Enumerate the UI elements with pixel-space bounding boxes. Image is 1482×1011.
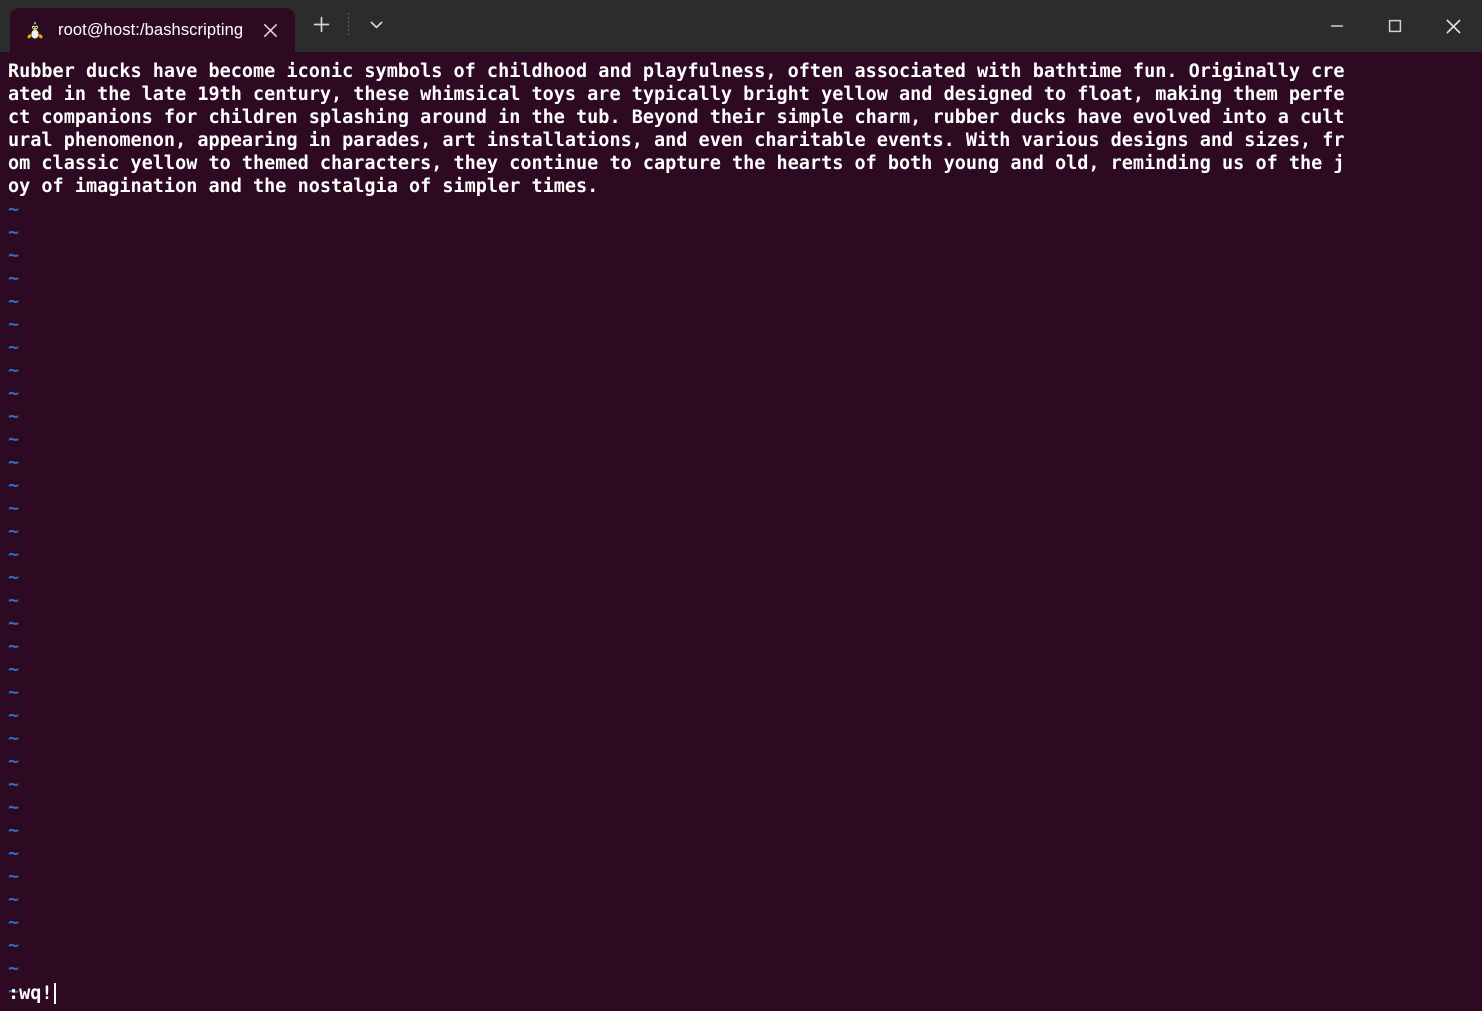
empty-line-marker: ~	[8, 337, 20, 358]
empty-line-marker: ~	[8, 866, 20, 887]
empty-line-marker: ~	[8, 636, 20, 657]
empty-line-marker: ~	[8, 406, 20, 427]
new-tab-icon[interactable]	[303, 7, 339, 41]
chevron-down-icon[interactable]	[358, 7, 394, 41]
empty-line-marker: ~	[8, 705, 20, 726]
maximize-icon[interactable]	[1366, 0, 1424, 52]
minimize-icon[interactable]	[1308, 0, 1366, 52]
empty-line-marker: ~	[8, 774, 20, 795]
tab-close-icon[interactable]	[253, 13, 287, 47]
empty-line-marker: ~	[8, 544, 20, 565]
terminal-content[interactable]: Rubber ducks have become iconic symbols …	[0, 52, 1482, 1011]
terminal-window: root@host:/bashscripting Rubber ducks ha…	[0, 0, 1482, 1011]
tab-title: root@host:/bashscripting	[58, 20, 244, 39]
toolbar-separator	[348, 13, 350, 35]
tux-penguin-icon	[24, 19, 46, 41]
tab-strip: root@host:/bashscripting	[0, 0, 296, 52]
empty-line-marker: ~	[8, 314, 20, 335]
text-cursor	[53, 983, 56, 1004]
empty-line-marker: ~	[8, 981, 20, 1002]
close-icon[interactable]	[1424, 0, 1482, 52]
buffer-line: Rubber ducks have become iconic symbols …	[8, 61, 1345, 82]
empty-line-marker: ~	[8, 452, 20, 473]
buffer-line: ural phenomenon, appearing in parades, a…	[8, 130, 1345, 151]
empty-line-marker: ~	[8, 383, 20, 404]
empty-line-marker: ~	[8, 590, 20, 611]
empty-line-marker: ~	[8, 613, 20, 634]
vim-command-line: :wq!	[8, 982, 56, 1005]
buffer-line: ct companions for children splashing aro…	[8, 107, 1345, 128]
empty-line-marker: ~	[8, 728, 20, 749]
vim-buffer: Rubber ducks have become iconic symbols …	[8, 60, 1482, 1003]
empty-line-marker: ~	[8, 268, 20, 289]
empty-line-marker: ~	[8, 751, 20, 772]
empty-line-marker: ~	[8, 958, 20, 979]
buffer-line: om classic yellow to themed characters, …	[8, 153, 1345, 174]
command-text: :wq!	[8, 983, 53, 1004]
empty-line-marker: ~	[8, 199, 20, 220]
empty-line-marker: ~	[8, 429, 20, 450]
empty-line-marker: ~	[8, 245, 20, 266]
buffer-line: oy of imagination and the nostalgia of s…	[8, 176, 599, 197]
empty-line-marker: ~	[8, 935, 20, 956]
empty-line-marker: ~	[8, 659, 20, 680]
empty-line-marker: ~	[8, 682, 20, 703]
empty-line-marker: ~	[8, 820, 20, 841]
empty-line-marker: ~	[8, 360, 20, 381]
title-bar: root@host:/bashscripting	[0, 0, 1482, 52]
window-controls	[1308, 0, 1482, 52]
empty-line-marker: ~	[8, 889, 20, 910]
tab-tools	[295, 0, 394, 52]
empty-line-marker: ~	[8, 222, 20, 243]
empty-line-marker: ~	[8, 797, 20, 818]
empty-line-marker: ~	[8, 567, 20, 588]
empty-line-marker: ~	[8, 498, 20, 519]
empty-line-marker: ~	[8, 291, 20, 312]
buffer-line: ated in the late 19th century, these whi…	[8, 84, 1345, 105]
empty-line-marker: ~	[8, 521, 20, 542]
empty-line-marker: ~	[8, 475, 20, 496]
terminal-tab[interactable]: root@host:/bashscripting	[10, 8, 296, 52]
empty-line-marker: ~	[8, 843, 20, 864]
empty-line-marker: ~	[8, 912, 20, 933]
